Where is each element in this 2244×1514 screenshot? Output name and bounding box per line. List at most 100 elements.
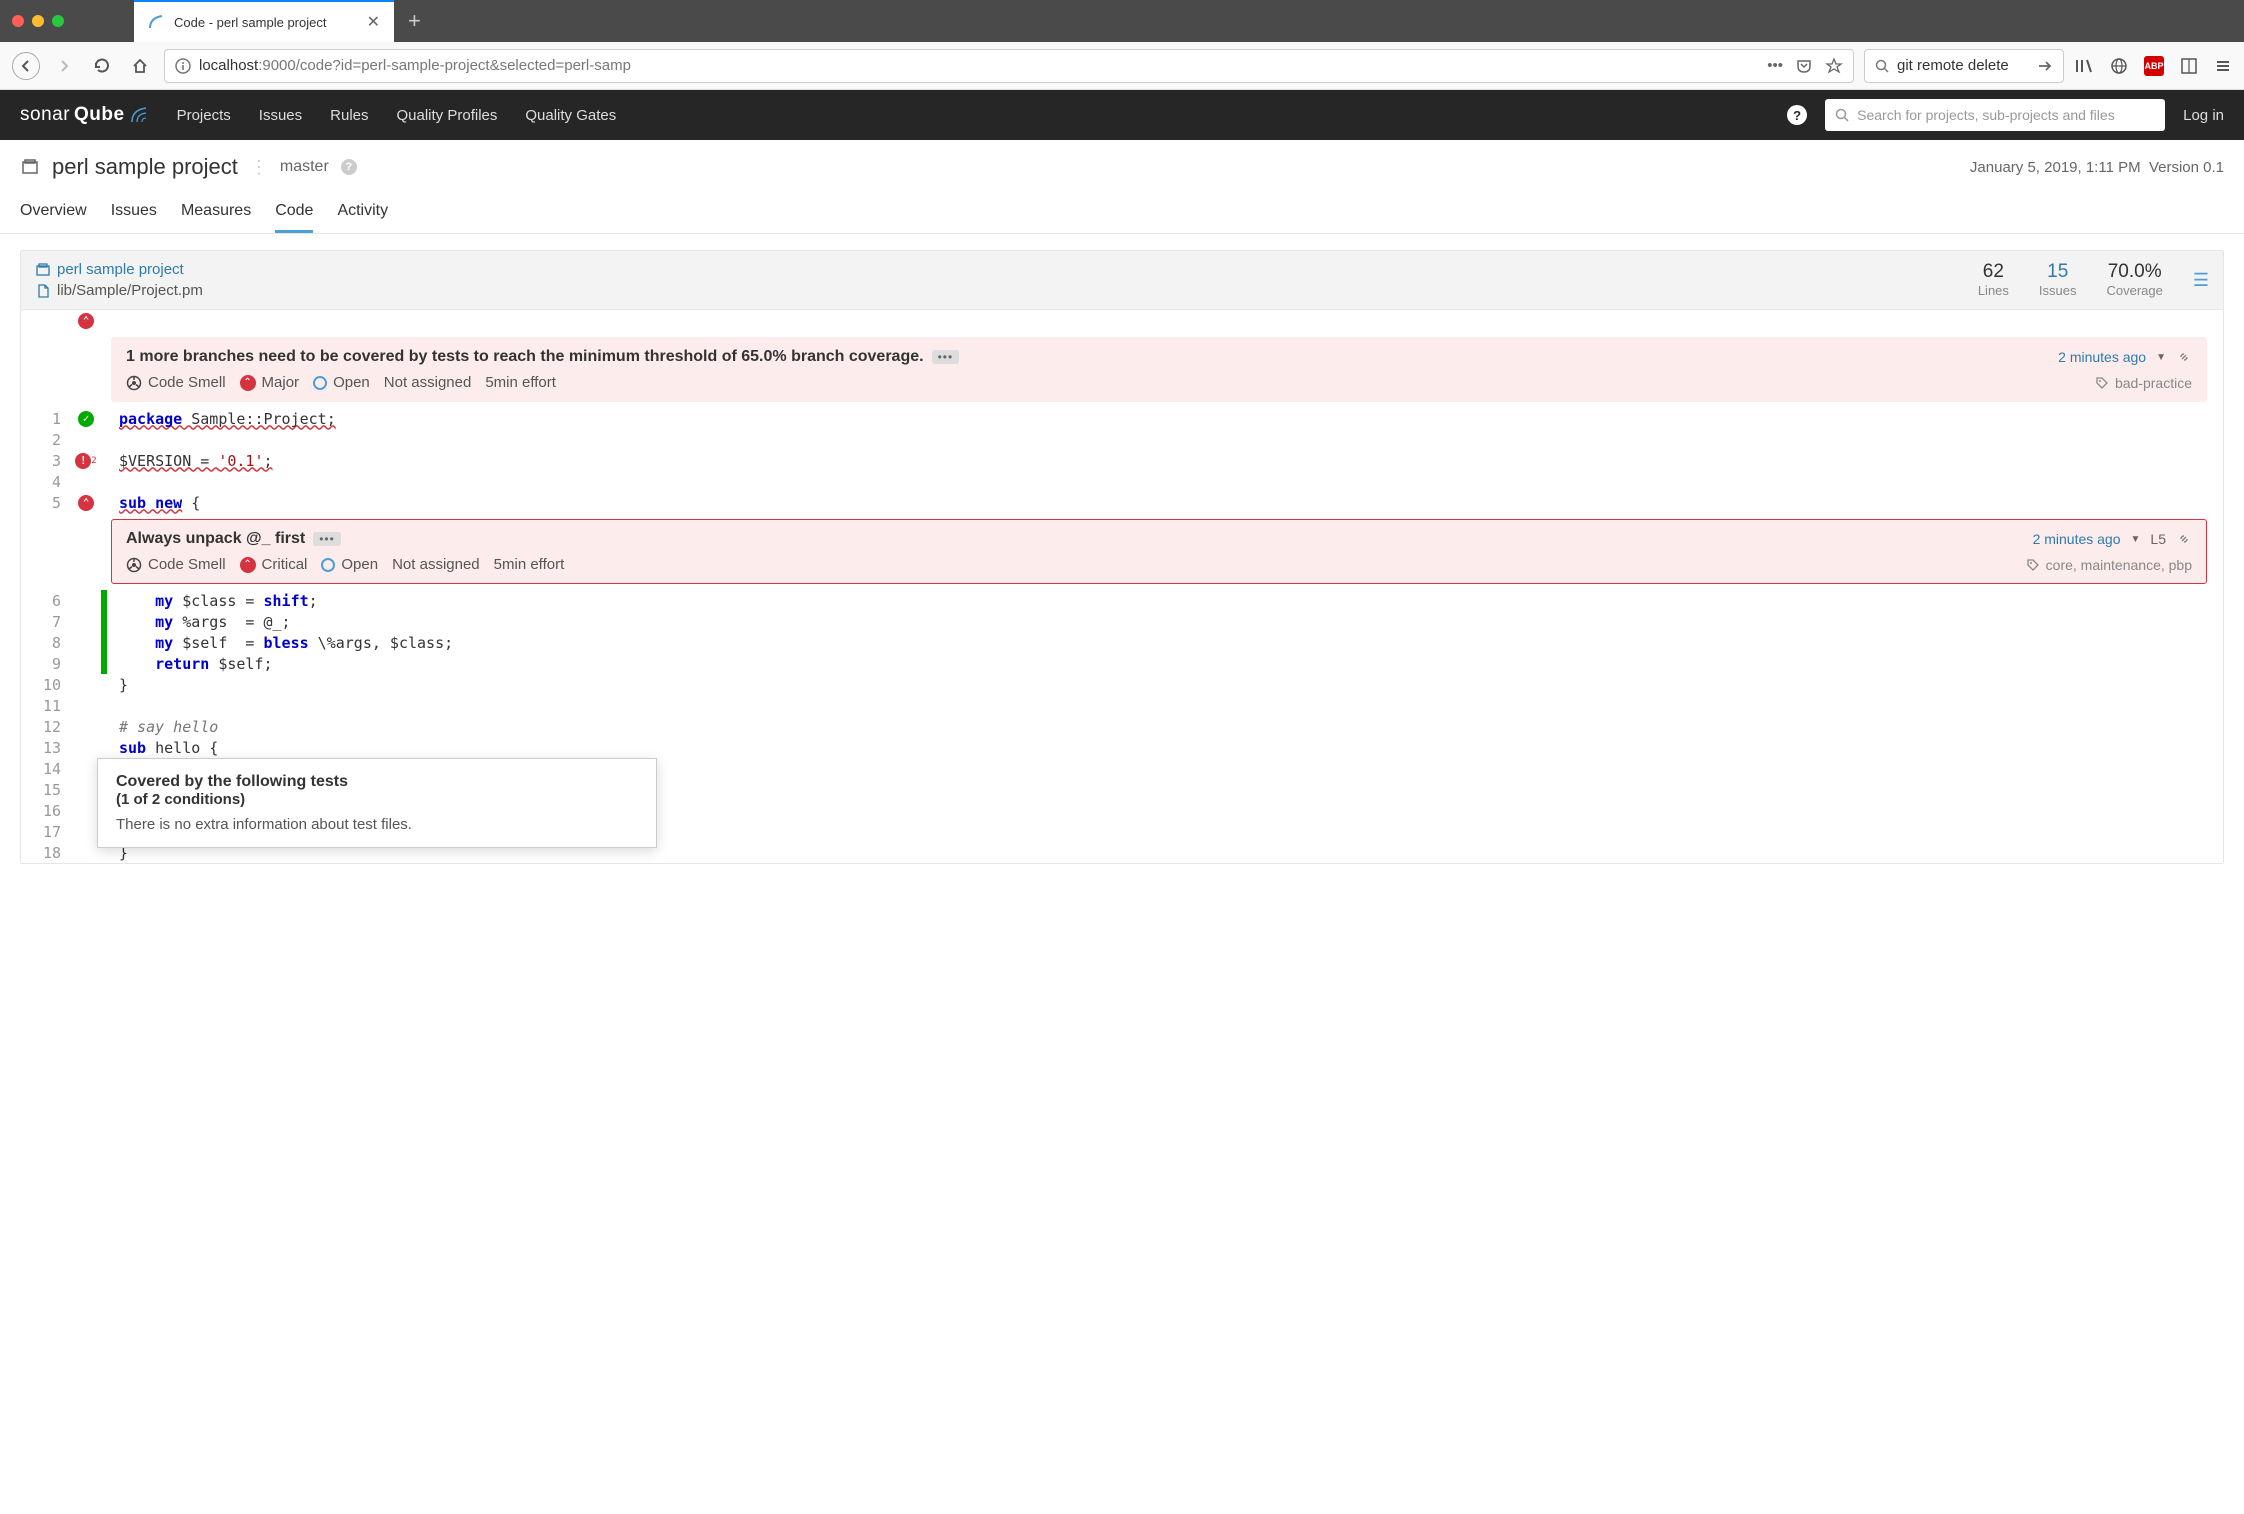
tab-issues[interactable]: Issues [111, 194, 157, 233]
forward-button[interactable] [50, 52, 78, 80]
caret-down-icon[interactable]: ▼ [2131, 534, 2141, 545]
tag-icon [2095, 376, 2109, 390]
menu-icon[interactable] [2214, 57, 2232, 75]
tab-code[interactable]: Code [275, 194, 313, 233]
new-tab-button[interactable]: + [408, 8, 421, 34]
issue-box-unpack[interactable]: Always unpack @_ first ••• 2 minutes ago… [111, 519, 2207, 584]
ok-marker-icon[interactable]: ✓ [78, 411, 94, 427]
adblock-icon[interactable]: ABP [2144, 56, 2164, 76]
url-actions: ••• [1767, 57, 1843, 75]
code-line: 7 my %args = @_; [21, 611, 2223, 632]
issue-age[interactable]: 2 minutes ago [2058, 349, 2146, 365]
close-tab-icon[interactable]: ✕ [367, 12, 380, 32]
permalink-icon[interactable] [2176, 349, 2192, 365]
issue-tags[interactable]: bad-practice [2095, 375, 2192, 391]
globe-icon[interactable] [2110, 57, 2128, 75]
issue-box-coverage[interactable]: 1 more branches need to be covered by te… [111, 337, 2207, 402]
sonarqube-logo[interactable]: sonarQube [20, 104, 149, 126]
file-icon [35, 283, 51, 299]
global-search-input[interactable]: Search for projects, sub-projects and fi… [1825, 99, 2165, 131]
issue-status[interactable]: Open [313, 374, 370, 391]
code-smell-icon [126, 375, 142, 391]
address-bar[interactable]: localhost:9000/code?id=perl-sample-proje… [164, 49, 1854, 83]
tooltip-subtitle: (1 of 2 conditions) [116, 791, 638, 808]
url-host: localhost [199, 57, 258, 74]
tab-bar: Code - perl sample project ✕ + [0, 0, 2244, 42]
tab-measures[interactable]: Measures [181, 194, 251, 233]
issue-title: 1 more branches need to be covered by te… [126, 348, 924, 366]
nav-projects[interactable]: Projects [177, 107, 231, 124]
browser-tab[interactable]: Code - perl sample project ✕ [134, 0, 394, 42]
browser-toolbar: localhost:9000/code?id=perl-sample-proje… [0, 42, 2244, 90]
issue-effort: 5min effort [494, 556, 565, 573]
collapse-up-icon[interactable]: ⌃ [78, 313, 94, 329]
severity-major-icon: ⌃ [240, 375, 256, 391]
issue-status[interactable]: Open [321, 556, 378, 573]
nav-quality-gates[interactable]: Quality Gates [525, 107, 616, 124]
issue-severity[interactable]: ⌃Major [240, 374, 300, 391]
code-line: 3!2$VERSION = '0.1'; [21, 450, 2223, 471]
nav-issues[interactable]: Issues [259, 107, 302, 124]
back-button[interactable] [12, 52, 40, 80]
code-container: perl sample project lib/Sample/Project.p… [0, 234, 2244, 880]
branch-help-icon[interactable]: ? [341, 159, 357, 175]
close-window-button[interactable] [12, 15, 24, 27]
info-icon [175, 58, 191, 74]
tab-activity[interactable]: Activity [337, 194, 388, 233]
code-line: 5⌃sub new { [21, 492, 2223, 513]
code-line: 10} [21, 674, 2223, 695]
project-name: perl sample project [52, 154, 238, 180]
nav-rules[interactable]: Rules [330, 107, 368, 124]
view-options-icon[interactable]: ☰ [2193, 270, 2209, 291]
search-placeholder: Search for projects, sub-projects and fi… [1857, 107, 2115, 123]
stat-issues[interactable]: 15 Issues [2039, 261, 2077, 298]
caret-down-icon[interactable]: ▼ [2156, 352, 2166, 363]
code-smell-icon [126, 557, 142, 573]
permalink-icon[interactable] [2176, 531, 2192, 547]
issue-type[interactable]: Code Smell [126, 374, 226, 391]
url-path: :9000/code?id=perl-sample-project&select… [258, 57, 631, 74]
search-value: git remote delete [1897, 57, 2009, 74]
issue-severity[interactable]: ⌃Critical [240, 556, 308, 573]
issue-age[interactable]: 2 minutes ago [2033, 531, 2121, 547]
browser-search-bar[interactable]: git remote delete [1864, 49, 2064, 83]
minimize-window-button[interactable] [32, 15, 44, 27]
sonarqube-wave-icon [129, 105, 149, 125]
go-arrow-icon[interactable] [2037, 58, 2053, 74]
help-icon[interactable]: ? [1787, 105, 1807, 125]
home-button[interactable] [126, 52, 154, 80]
maximize-window-button[interactable] [52, 15, 64, 27]
tag-icon [2026, 558, 2040, 572]
code-line: 11 [21, 695, 2223, 716]
status-open-icon [313, 376, 327, 390]
bookmark-star-icon[interactable] [1825, 57, 1843, 75]
branch-name[interactable]: master [280, 158, 329, 176]
reader-icon[interactable] [2180, 57, 2198, 75]
library-icon[interactable] [2074, 57, 2094, 75]
search-icon [1875, 59, 1889, 73]
page-actions-icon[interactable]: ••• [1767, 57, 1783, 75]
breadcrumb-project[interactable]: perl sample project [35, 261, 203, 278]
issue-assignee[interactable]: Not assigned [392, 556, 480, 573]
issue-marker-icon[interactable]: ⌃ [78, 495, 94, 511]
window-controls [12, 15, 64, 27]
issue-type[interactable]: Code Smell [126, 556, 226, 573]
error-marker-icon[interactable]: ! [75, 453, 91, 469]
reload-button[interactable] [88, 52, 116, 80]
code-header: perl sample project lib/Sample/Project.p… [21, 251, 2223, 310]
issue-more-icon[interactable]: ••• [932, 350, 960, 364]
issue-title: Always unpack @_ first [126, 530, 305, 548]
pocket-icon[interactable] [1795, 57, 1813, 75]
tab-overview[interactable]: Overview [20, 194, 87, 233]
login-link[interactable]: Log in [2183, 107, 2224, 124]
search-icon [1835, 108, 1849, 122]
severity-critical-icon: ⌃ [240, 557, 256, 573]
nav-quality-profiles[interactable]: Quality Profiles [397, 107, 498, 124]
code-line: 1✓package Sample::Project; [21, 408, 2223, 429]
code-body: ⌃ 1 more branches need to be covered by … [21, 310, 2223, 863]
status-open-icon [321, 558, 335, 572]
issue-more-icon[interactable]: ••• [313, 532, 341, 546]
code-line: 8 my $self = bless \%args, $class; [21, 632, 2223, 653]
issue-assignee[interactable]: Not assigned [384, 374, 472, 391]
issue-tags[interactable]: core, maintenance, pbp [2026, 557, 2192, 573]
